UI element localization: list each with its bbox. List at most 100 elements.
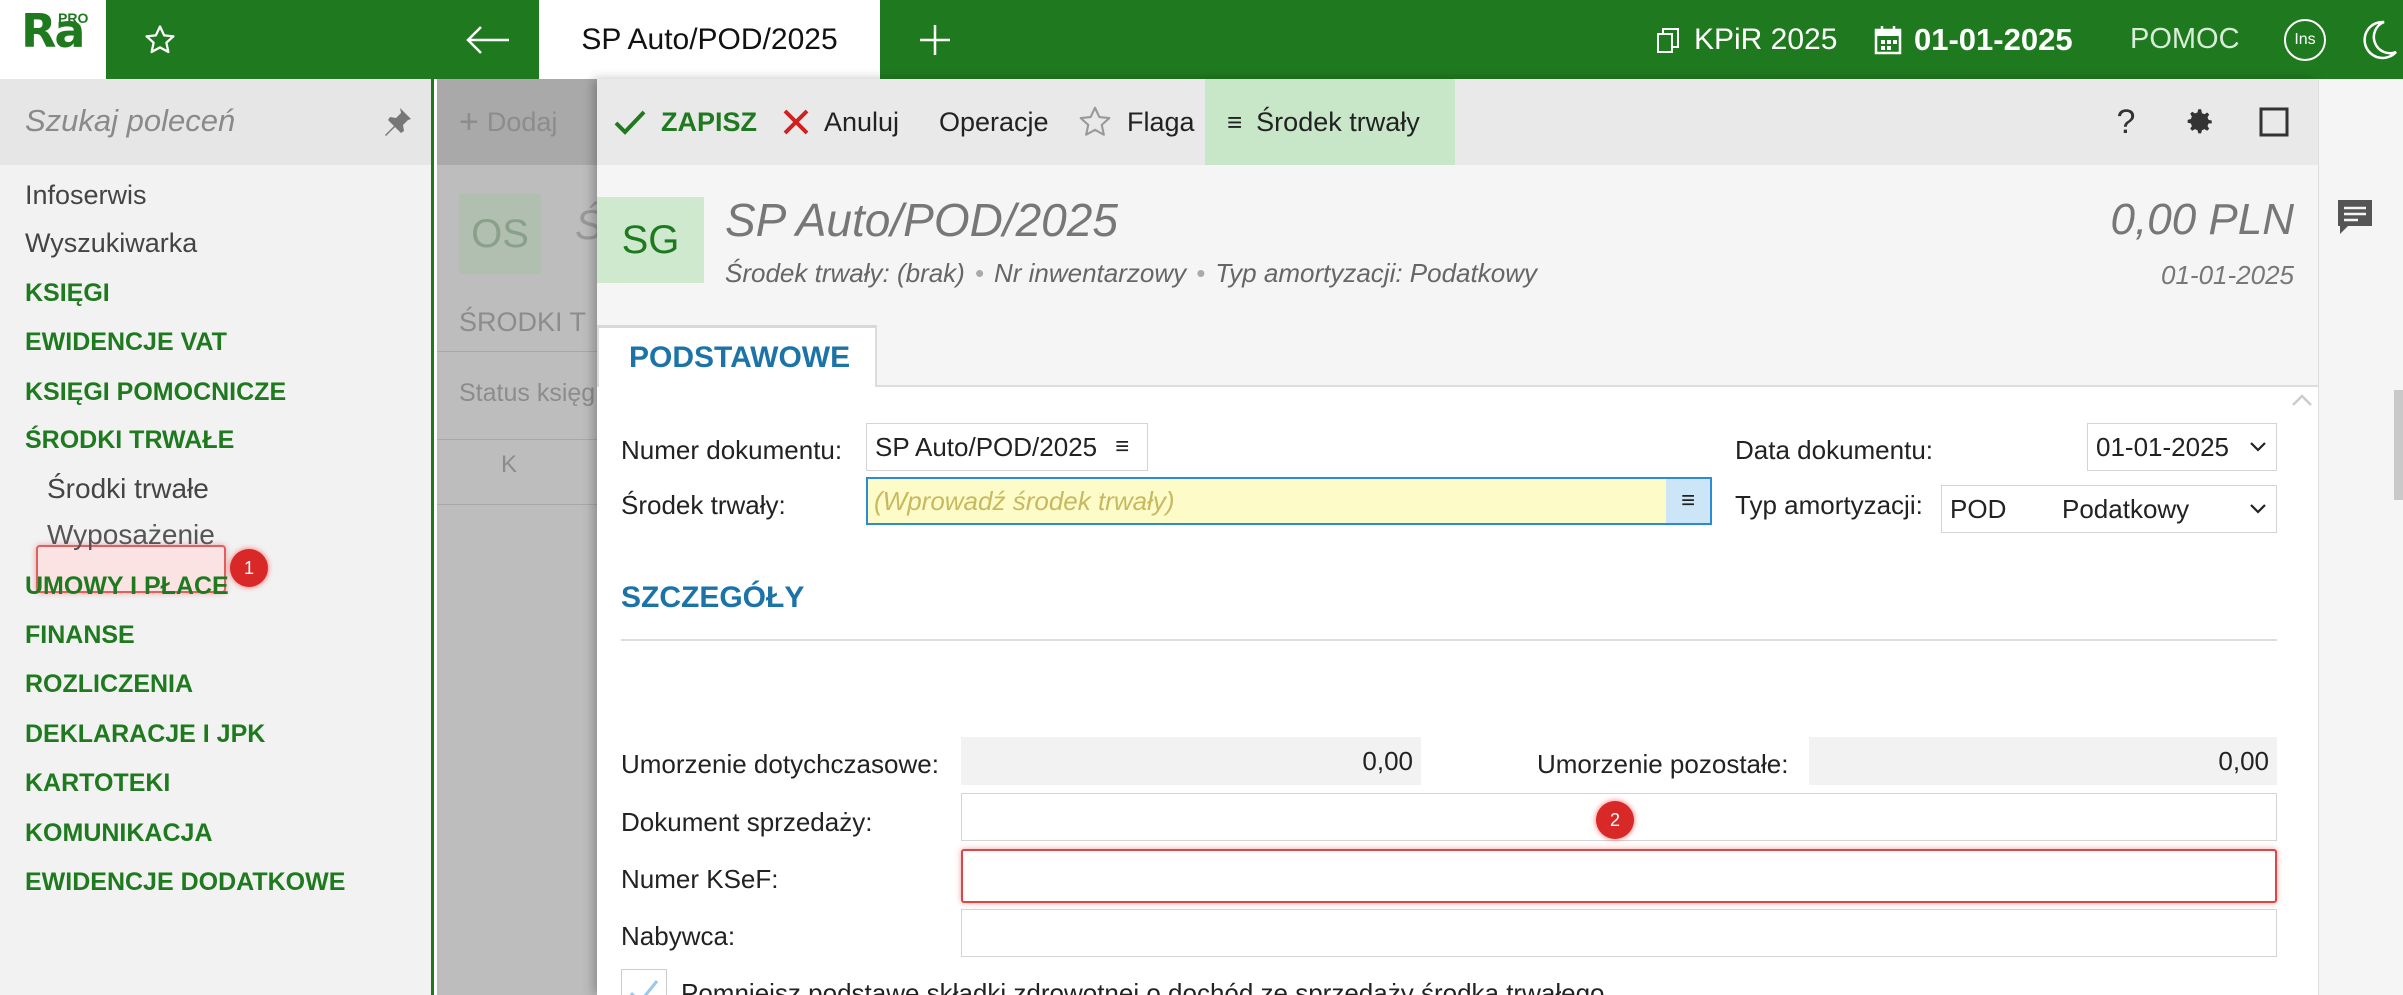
comments-icon[interactable] xyxy=(2334,196,2376,238)
nav-ewidencje-vat[interactable]: EWIDENCJE VAT xyxy=(25,328,227,357)
theme-moon-icon[interactable] xyxy=(2356,18,2400,62)
doc-date-value: 01-01-2025 xyxy=(2096,431,2229,462)
nav-kartoteki[interactable]: KARTOTEKI xyxy=(25,769,170,798)
scrollbar-thumb[interactable] xyxy=(2394,390,2403,500)
help-question-icon[interactable]: ? xyxy=(2096,79,2156,165)
document-title: SP Auto/POD/2025 xyxy=(725,194,1118,246)
close-x-icon xyxy=(783,109,809,135)
cancel-button[interactable]: Anuluj xyxy=(782,79,899,165)
nav-infoserwis[interactable]: Infoserwis xyxy=(25,180,147,211)
ksef-number-field[interactable] xyxy=(961,849,2277,903)
asset-picker-menu-icon[interactable]: ≡ xyxy=(1666,479,1710,523)
pin-icon[interactable] xyxy=(380,105,414,139)
nav-srodki-trwale-section[interactable]: ŚRODKI TRWAŁE xyxy=(25,426,234,455)
book-selector[interactable]: KPiR 2025 xyxy=(1654,0,1837,79)
umorzenie-pozostale-value: 0,00 xyxy=(1809,737,2277,785)
document-type-badge: SG xyxy=(597,197,704,283)
modal-toolbar: ZAPISZ Anuluj Operacje Flaga ≡ Środek tr… xyxy=(597,79,2369,165)
os-badge: OS xyxy=(459,194,541,274)
asset-input[interactable]: (Wprowadź środek trwały) ≡ xyxy=(866,477,1712,525)
command-search xyxy=(0,79,431,165)
umorzenie-dotychczasowe-value: 0,00 xyxy=(961,737,1421,785)
doc-date-picker[interactable]: 01-01-2025 xyxy=(2087,423,2277,471)
meta-amort-type: Typ amortyzacji: Podatkowy xyxy=(1215,258,1537,288)
section-szczegoly: SZCZEGÓŁY xyxy=(621,581,805,614)
search-input[interactable] xyxy=(25,101,355,141)
asset-label: Środek trwały: xyxy=(621,490,786,520)
check-icon xyxy=(614,110,646,135)
buyer-label: Nabywca: xyxy=(621,921,736,951)
flag-button[interactable]: Flaga xyxy=(1077,79,1195,165)
background-list-panel: + Dodaj OS Ś ŚRODKI T Status księg K xyxy=(437,79,603,995)
asset-placeholder: (Wprowadź środek trwały) xyxy=(874,485,1175,516)
buyer-field[interactable] xyxy=(961,909,2277,957)
operations-button[interactable]: Operacje xyxy=(939,79,1049,165)
help-link[interactable]: POMOC xyxy=(2130,0,2240,79)
amort-type-code: POD xyxy=(1950,493,2007,524)
umorzenie-dotychczasowe-label: Umorzenie dotychczasowe: xyxy=(621,749,939,779)
flag-star-icon xyxy=(1079,106,1111,136)
plus-icon: + xyxy=(459,103,479,141)
tab-bar: PODSTAWOWE xyxy=(597,325,2318,387)
meta-asset: Środek trwały: (brak) xyxy=(725,258,965,288)
insert-key-icon[interactable]: Ins xyxy=(2284,19,2326,61)
nav-rozliczenia[interactable]: ROZLICZENIA xyxy=(25,670,193,699)
chevron-down-icon xyxy=(2250,442,2266,452)
nav-deklaracje-i-jpk[interactable]: DEKLARACJE I JPK xyxy=(25,720,265,749)
chevron-down-icon xyxy=(2250,504,2266,514)
nav-finanse[interactable]: FINANSE xyxy=(25,621,135,650)
maximize-icon[interactable] xyxy=(2244,79,2304,165)
meta-inventory: Nr inwentarzowy xyxy=(993,258,1187,288)
favorites-star-icon[interactable] xyxy=(130,0,190,79)
document-header-date: 01-01-2025 xyxy=(2161,260,2294,290)
nav-komunikacja[interactable]: KOMUNIKACJA xyxy=(25,819,213,848)
nav-wyposazenie[interactable]: Wyposażenie xyxy=(47,519,215,551)
amort-type-name: Podatkowy xyxy=(2062,493,2190,524)
divider xyxy=(437,504,597,505)
working-date[interactable]: 01-01-2025 xyxy=(1874,0,2073,79)
nav-srodki-trwale[interactable]: Środki trwałe xyxy=(47,473,209,505)
logo-pro: PRO xyxy=(58,10,89,26)
save-button[interactable]: ZAPISZ xyxy=(613,79,757,165)
annotation-badge-2: 2 xyxy=(1596,801,1634,839)
back-arrow-icon[interactable] xyxy=(455,0,520,79)
hamburger-icon: ≡ xyxy=(1227,106,1243,137)
document-modal: ZAPISZ Anuluj Operacje Flaga ≡ Środek tr… xyxy=(597,79,2369,995)
doc-number-field[interactable]: SP Auto/POD/2025 ≡ xyxy=(866,423,1148,471)
add-button[interactable]: + Dodaj xyxy=(459,103,557,142)
tab-podstawowe[interactable]: PODSTAWOWE xyxy=(597,325,877,387)
nav-wyszukiwarka[interactable]: Wyszukiwarka xyxy=(25,228,197,259)
status-filter[interactable]: Status księg xyxy=(459,379,595,408)
ksef-number-label: Numer KSeF: xyxy=(621,864,779,894)
amort-type-select[interactable]: POD Podatkowy xyxy=(1941,485,2277,533)
annotation-badge-1: 1 xyxy=(230,549,268,587)
calendar-icon xyxy=(1874,25,1902,54)
list-header: ŚRODKI T xyxy=(459,307,587,337)
cancel-label: Anuluj xyxy=(824,106,900,137)
document-amount: 0,00 PLN xyxy=(2110,195,2294,244)
app-logo[interactable]: Ra PRO xyxy=(0,0,106,79)
sales-doc-label: Dokument sprzedaży: xyxy=(621,807,873,837)
column-header-k[interactable]: K xyxy=(501,451,517,479)
book-label: KPiR 2025 xyxy=(1694,22,1838,56)
nav-umowy-i-place[interactable]: UMOWY I PŁACE xyxy=(25,572,229,601)
settings-gear-icon[interactable] xyxy=(2169,79,2229,165)
doc-date-label: Data dokumentu: xyxy=(1735,435,1934,465)
section-divider xyxy=(621,639,2277,641)
nav-ksiegi-pomocnicze[interactable]: KSIĘGI POMOCNICZE xyxy=(25,378,286,407)
new-tab-plus-icon[interactable] xyxy=(905,0,965,79)
nav-ksiegi[interactable]: KSIĘGI xyxy=(25,279,110,308)
divider xyxy=(437,439,597,440)
working-date-label: 01-01-2025 xyxy=(1914,21,2073,57)
doc-number-menu-icon[interactable]: ≡ xyxy=(1115,433,1129,461)
divider xyxy=(437,351,597,352)
book-icon xyxy=(1657,27,1679,53)
asset-menu-button[interactable]: ≡ Środek trwały xyxy=(1205,79,1455,165)
chevron-up-icon[interactable] xyxy=(2291,393,2313,407)
document-tab[interactable]: SP Auto/POD/2025 xyxy=(539,0,880,79)
reduce-health-contribution-checkbox[interactable] xyxy=(621,969,667,995)
nav-ewidencje-dodatkowe[interactable]: EWIDENCJE DODATKOWE xyxy=(25,868,345,897)
save-label: ZAPISZ xyxy=(661,106,758,137)
doc-number-value: SP Auto/POD/2025 xyxy=(875,431,1098,462)
add-label: Dodaj xyxy=(486,107,558,137)
